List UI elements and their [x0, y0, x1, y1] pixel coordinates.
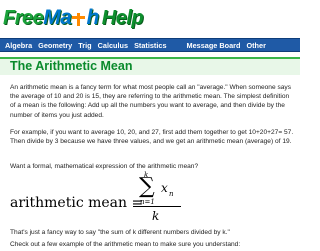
formula-x: x: [161, 181, 168, 195]
nav-calculus[interactable]: Calculus: [95, 41, 131, 50]
sum-lower-limit: n=1: [140, 198, 155, 206]
nav-other[interactable]: Other: [243, 41, 268, 50]
formula-denominator: k: [152, 209, 160, 223]
intro-paragraph: An arithmetic mean is a fancy term for w…: [10, 84, 292, 119]
example-paragraph: For example, if you want to average 10, …: [10, 129, 294, 146]
page-title: The Arithmetic Mean: [10, 59, 133, 73]
nav-statistics[interactable]: Statistics: [131, 41, 169, 50]
fraction-bar: [133, 206, 181, 207]
arithmetic-mean-formula: arithmetic mean = k ∑ x n n=1 k: [10, 171, 210, 226]
header: FreeMa h Help: [0, 0, 300, 36]
logo-h: h: [86, 6, 99, 29]
formula-fraction: k ∑ x n n=1 k: [128, 171, 188, 225]
plus-t-logo-icon: [72, 13, 86, 26]
formula-lhs: arithmetic mean =: [10, 195, 144, 211]
nav-trig[interactable]: Trig: [75, 41, 94, 50]
examples-intro: Check out a few example of the arithmeti…: [10, 241, 241, 248]
logo-free: Free: [3, 7, 44, 29]
logo-text: FreeMa h Help: [3, 6, 144, 30]
logo-help: Help: [101, 7, 144, 29]
logo-ma: Ma: [43, 6, 72, 29]
page: FreeMa h Help Algebra Geometry Trig Calcul…: [0, 0, 300, 251]
formula-x-subscript: n: [169, 190, 174, 198]
formal-question: Want a formal, mathematical expression o…: [10, 163, 199, 170]
nav-geometry[interactable]: Geometry: [35, 41, 75, 50]
site-logo[interactable]: FreeMa h Help: [3, 3, 144, 33]
nav-algebra[interactable]: Algebra: [2, 41, 35, 50]
sigma-symbol: ∑: [139, 174, 155, 199]
formula-explanation: That's just a fancy way to say "the sum …: [10, 229, 230, 236]
nav-message-board[interactable]: Message Board: [184, 41, 244, 50]
main-nav: Algebra Geometry Trig Calculus Statistic…: [0, 38, 300, 52]
